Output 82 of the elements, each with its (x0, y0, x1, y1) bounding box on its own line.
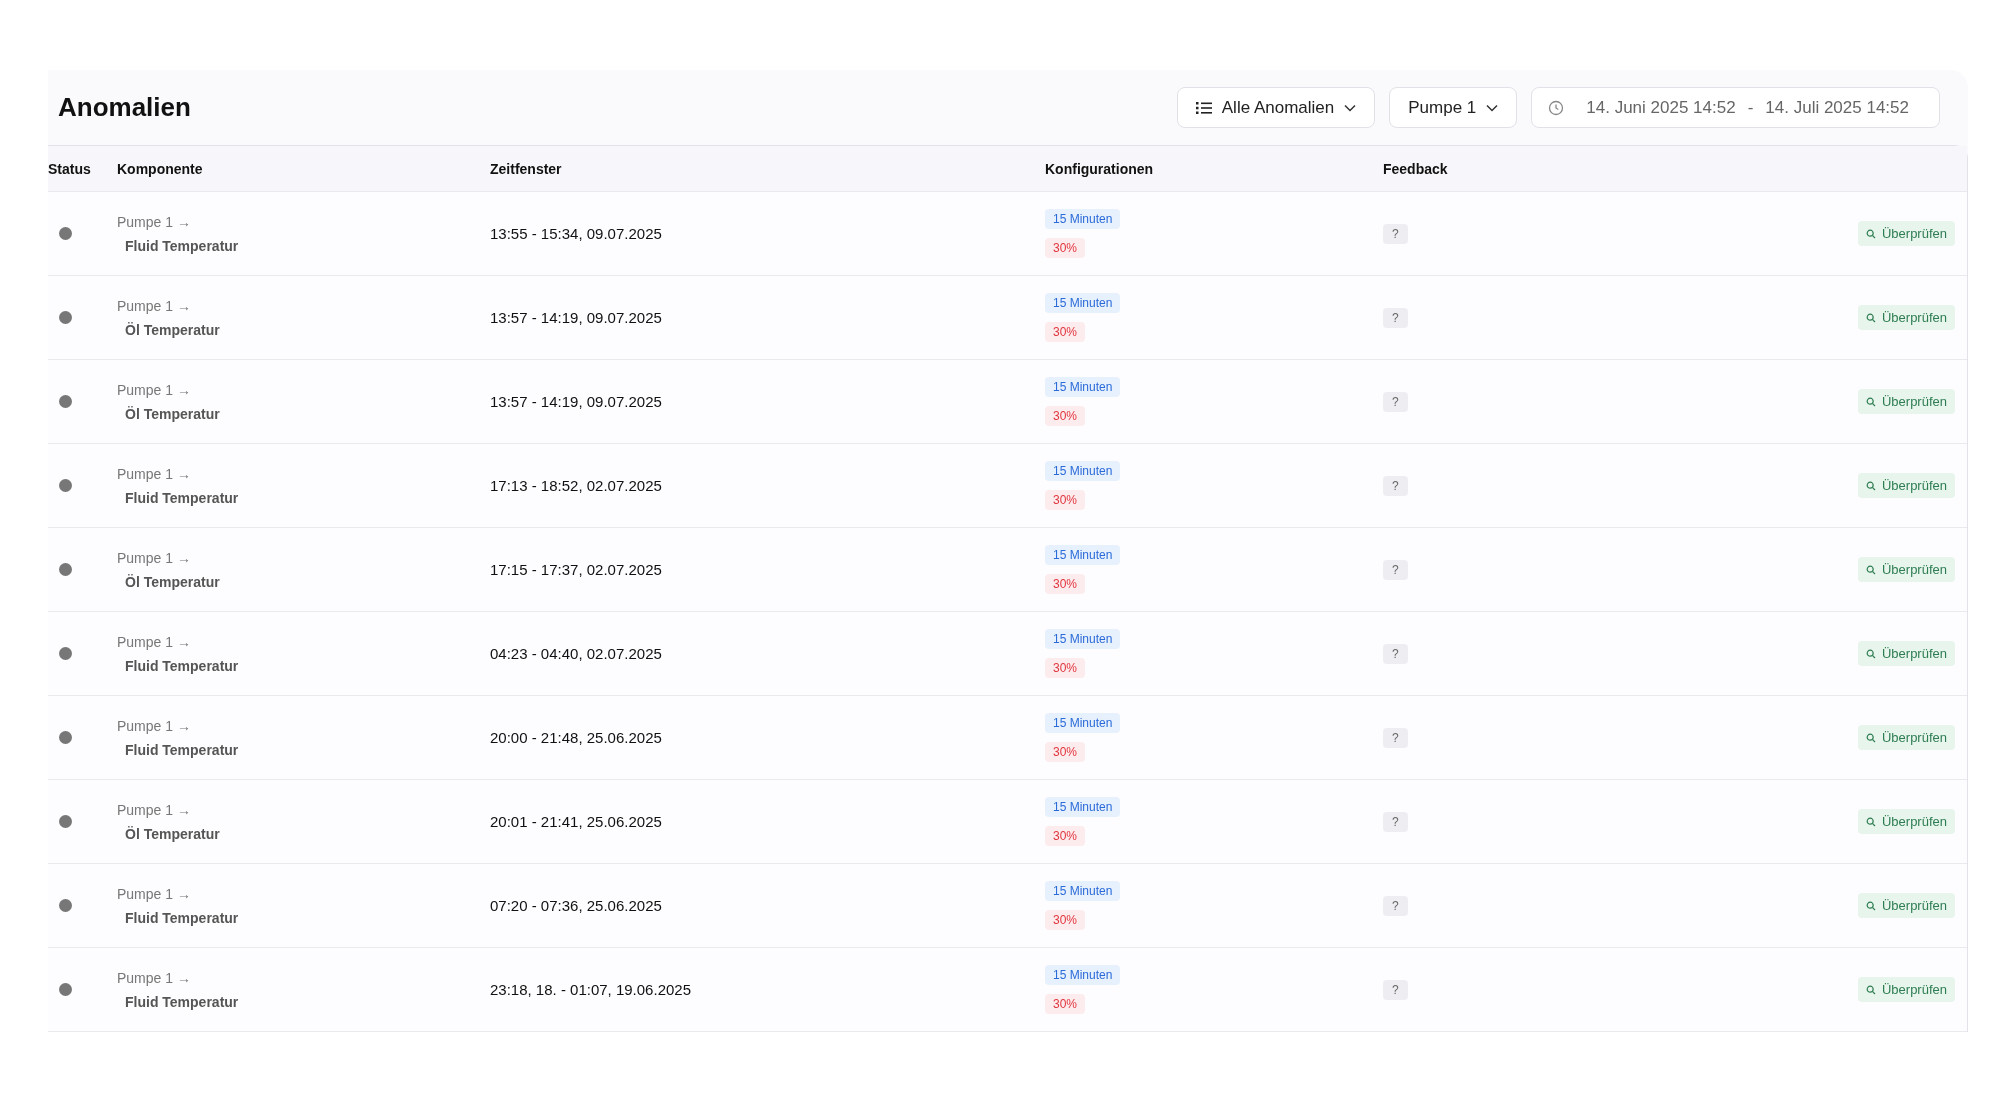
threshold-tag: 30% (1045, 574, 1086, 594)
window-tag: 15 Minuten (1045, 881, 1121, 901)
threshold-tag: 30% (1045, 910, 1086, 930)
parent-component: Pumpe 1 → (117, 633, 191, 650)
time-window: 20:00 - 21:48, 25.06.2025 (490, 729, 662, 746)
time-window: 13:57 - 14:19, 09.07.2025 (490, 309, 662, 326)
window-tag: 15 Minuten (1045, 293, 1121, 313)
parent-component: Pumpe 1 → (117, 297, 191, 314)
time-window: 13:57 - 14:19, 09.07.2025 (490, 393, 662, 410)
component-name: Fluid Temperatur (125, 909, 239, 926)
component-name: Öl Temperatur (125, 825, 220, 842)
review-button[interactable]: Überprüfen (1857, 557, 1955, 582)
time-window: 23:18, 18. - 01:07, 19.06.2025 (490, 981, 691, 998)
column-header: Feedback (1383, 159, 1449, 179)
parent-component: Pumpe 1 → (117, 801, 191, 818)
time-window: 20:01 - 21:41, 25.06.2025 (490, 813, 662, 830)
feedback-tag: ? (1383, 223, 1408, 244)
component-name: Fluid Temperatur (125, 489, 239, 506)
component-name: Fluid Temperatur (125, 237, 239, 254)
time-window: 13:55 - 15:34, 09.07.2025 (490, 225, 662, 242)
window-tag: 15 Minuten (1045, 377, 1121, 397)
review-button[interactable]: Überprüfen (1857, 305, 1955, 330)
time-window: 17:13 - 18:52, 02.07.2025 (490, 477, 662, 494)
date-separator: - (1747, 97, 1754, 118)
threshold-tag: 30% (1045, 238, 1086, 258)
feedback-tag: ? (1383, 895, 1408, 916)
parent-component: Pumpe 1 → (117, 465, 191, 482)
date-range-field[interactable]: 14. Juni 2025 14:52 - 14. Juli 2025 14:52 (1531, 87, 1940, 128)
feedback-tag: ? (1383, 559, 1408, 580)
parent-component: Pumpe 1 → (117, 885, 191, 902)
window-tag: 15 Minuten (1045, 629, 1121, 649)
review-button[interactable]: Überprüfen (1857, 473, 1955, 498)
window-tag: 15 Minuten (1045, 461, 1121, 481)
window-tag: 15 Minuten (1045, 713, 1121, 733)
component-name: Fluid Temperatur (125, 741, 239, 758)
review-button[interactable]: Überprüfen (1857, 221, 1955, 246)
parent-component: Pumpe 1 → (117, 213, 191, 230)
column-header: Konfigurationen (1045, 159, 1155, 179)
feedback-tag: ? (1383, 979, 1408, 1000)
component-name: Öl Temperatur (125, 573, 220, 590)
column-header: Zeitfenster (490, 159, 563, 179)
window-tag: 15 Minuten (1045, 797, 1121, 817)
time-window: 17:15 - 17:37, 02.07.2025 (490, 561, 662, 578)
parent-component: Pumpe 1 → (117, 717, 191, 734)
review-button[interactable]: Überprüfen (1857, 725, 1955, 750)
parent-component: Pumpe 1 → (117, 549, 191, 566)
page-title: Anomalien (58, 92, 191, 123)
threshold-tag: 30% (1045, 658, 1086, 678)
review-button[interactable]: Überprüfen (1857, 641, 1955, 666)
feedback-tag: ? (1383, 475, 1408, 496)
feedback-tag: ? (1383, 811, 1408, 832)
time-window: 04:23 - 04:40, 02.07.2025 (490, 645, 662, 662)
component-name: Fluid Temperatur (125, 657, 239, 674)
column-header: Komponente (117, 159, 204, 179)
threshold-tag: 30% (1045, 406, 1086, 426)
feedback-tag: ? (1383, 643, 1408, 664)
threshold-tag: 30% (1045, 994, 1086, 1014)
feedback-tag: ? (1383, 391, 1408, 412)
parent-component: Pumpe 1 → (117, 381, 191, 398)
time-window: 07:20 - 07:36, 25.06.2025 (490, 897, 662, 914)
window-tag: 15 Minuten (1045, 209, 1121, 229)
parent-component: Pumpe 1 → (117, 969, 191, 986)
date-from: 14. Juni 2025 14:52 (1586, 97, 1736, 118)
date-to: 14. Juli 2025 14:52 (1765, 97, 1909, 118)
window-tag: 15 Minuten (1045, 545, 1121, 565)
review-button[interactable]: Überprüfen (1857, 389, 1955, 414)
component-filter-dropdown[interactable]: Pumpe 1 (1389, 87, 1518, 128)
threshold-tag: 30% (1045, 490, 1086, 510)
threshold-tag: 30% (1045, 826, 1086, 846)
feedback-tag: ? (1383, 727, 1408, 748)
review-button[interactable]: Überprüfen (1857, 809, 1955, 834)
threshold-tag: 30% (1045, 742, 1086, 762)
component-name: Öl Temperatur (125, 405, 220, 422)
component-name: Fluid Temperatur (125, 993, 239, 1010)
column-header: Status (48, 159, 92, 179)
feedback-tag: ? (1383, 307, 1408, 328)
review-button[interactable]: Überprüfen (1857, 977, 1955, 1002)
window-tag: 15 Minuten (1045, 965, 1121, 985)
component-name: Öl Temperatur (125, 321, 220, 338)
review-button[interactable]: Überprüfen (1857, 893, 1955, 918)
anomaly-filter-dropdown[interactable]: Alle Anomalien (1176, 87, 1376, 128)
threshold-tag: 30% (1045, 322, 1086, 342)
